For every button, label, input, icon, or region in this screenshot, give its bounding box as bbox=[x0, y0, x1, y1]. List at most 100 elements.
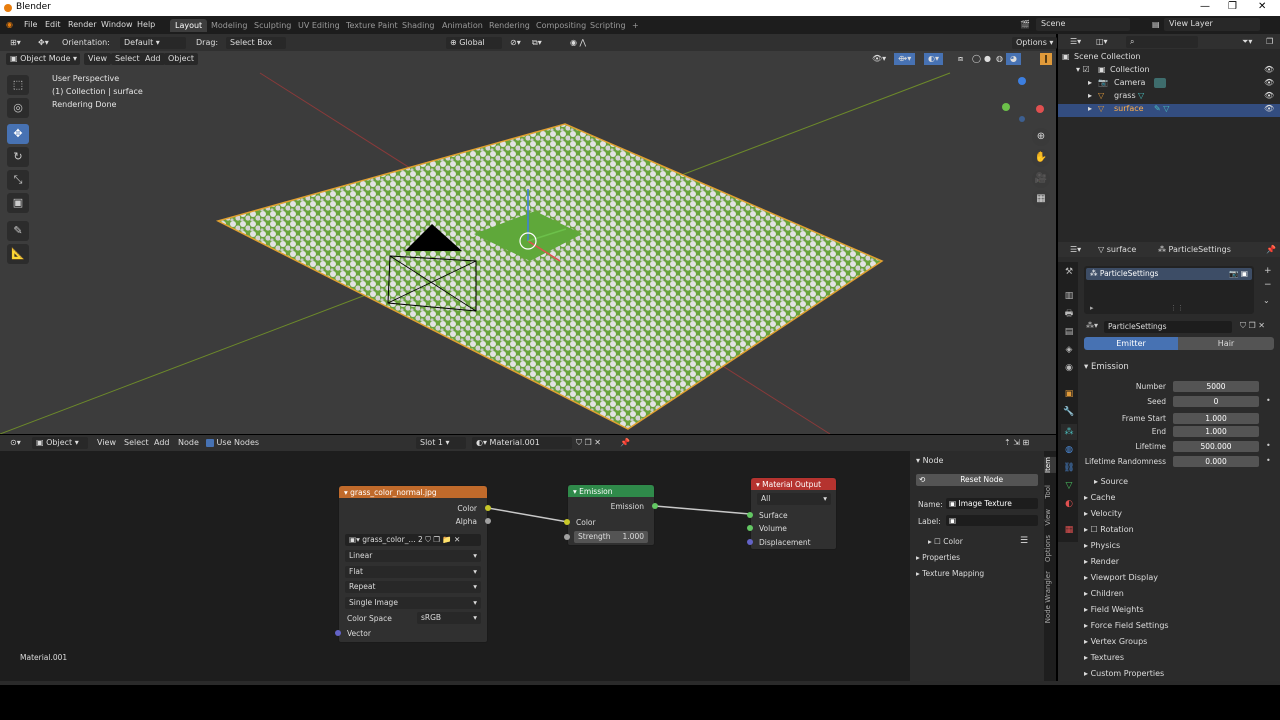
visibility-icon[interactable]: 👁▾ bbox=[868, 53, 890, 65]
particle-menu-icon[interactable]: ⌄ bbox=[1263, 296, 1270, 305]
snap-icon[interactable]: ⧉▾ bbox=[528, 37, 546, 49]
particles-tab-icon[interactable]: ⁂ bbox=[1061, 424, 1077, 440]
zoom-icon[interactable]: ⊕ bbox=[1032, 128, 1050, 146]
camera-render-icon[interactable]: 📷 ▣ bbox=[1229, 269, 1248, 278]
keyframe-dot-icon[interactable]: • bbox=[1266, 456, 1271, 465]
outliner-search-input[interactable]: ⌕ bbox=[1126, 36, 1198, 48]
field-weights-section[interactable]: ▸ Field Weights bbox=[1084, 605, 1144, 614]
menu-file[interactable]: File bbox=[24, 20, 37, 29]
tab-modeling[interactable]: Modeling bbox=[206, 19, 252, 32]
constraints-tab-icon[interactable]: ⛓ bbox=[1061, 460, 1077, 476]
node-editor-type-icon[interactable]: ⊙▾ bbox=[6, 437, 25, 449]
maximize-button[interactable]: ❐ bbox=[1228, 1, 1237, 12]
tab-scripting[interactable]: Scripting bbox=[585, 19, 631, 32]
shading-material-icon[interactable]: ◍ bbox=[992, 53, 1007, 65]
emitter-button[interactable]: Emitter bbox=[1084, 337, 1178, 350]
emission-panel-toggle[interactable]: ▾ Emission bbox=[1084, 362, 1129, 372]
reset-node-button[interactable]: ⟲ Reset Node bbox=[916, 474, 1038, 486]
node-panel-title[interactable]: ▾ Node bbox=[916, 456, 943, 465]
list-expand-icon[interactable]: ▸ bbox=[1090, 304, 1094, 312]
menu-add[interactable]: Add bbox=[141, 53, 165, 65]
tab-tool[interactable]: Tool bbox=[1044, 485, 1056, 499]
projection-dropdown[interactable]: Flat ▾ bbox=[345, 566, 481, 578]
close-button[interactable]: ✕ bbox=[1258, 1, 1266, 12]
extension-dropdown[interactable]: Repeat ▾ bbox=[345, 581, 481, 593]
custom-properties-section[interactable]: ▸ Custom Properties bbox=[1084, 669, 1164, 678]
frame-start-field[interactable]: 1.000 bbox=[1173, 413, 1259, 424]
outliner-scene-collection[interactable]: ▣ Scene Collection bbox=[1058, 52, 1280, 65]
textures-section[interactable]: ▸ Textures bbox=[1084, 653, 1124, 662]
interpolation-dropdown[interactable]: Linear ▾ bbox=[345, 550, 481, 562]
eye-icon[interactable]: 👁 bbox=[1264, 78, 1274, 87]
modifier-icon[interactable]: ✎ ▽ bbox=[1154, 104, 1169, 113]
tab-sculpting[interactable]: Sculpting bbox=[249, 19, 296, 32]
source-subpanel-toggle[interactable]: ▸ Source bbox=[1094, 477, 1128, 486]
node-menu-select[interactable]: Select bbox=[120, 437, 153, 449]
eye-icon[interactable]: 👁 bbox=[1264, 91, 1274, 100]
3d-viewport[interactable]: User Perspective (1) Collection | surfac… bbox=[0, 51, 1056, 434]
pause-render-icon[interactable]: ∥ bbox=[1040, 53, 1052, 65]
measure-tool[interactable]: 📐 bbox=[7, 244, 29, 264]
source-dropdown[interactable]: Single Image ▾ bbox=[345, 597, 481, 609]
modifier-tab-icon[interactable]: 🔧 bbox=[1061, 404, 1077, 420]
menu-view[interactable]: View bbox=[84, 53, 111, 65]
emission-out-socket[interactable] bbox=[652, 503, 658, 509]
children-section[interactable]: ▸ Children bbox=[1084, 589, 1124, 598]
use-nodes-checkbox[interactable]: Use Nodes bbox=[202, 437, 263, 449]
transform-tool[interactable]: ▣ bbox=[7, 193, 29, 213]
list-resize-handle[interactable]: ⋮⋮ bbox=[1170, 304, 1184, 312]
breadcrumb-object[interactable]: ▽ surface bbox=[1094, 244, 1140, 256]
menu-object[interactable]: Object bbox=[164, 53, 199, 65]
eye-icon[interactable]: 👁 bbox=[1264, 104, 1274, 113]
lifetime-field[interactable]: 500.000 bbox=[1173, 441, 1259, 452]
emission-color-socket[interactable] bbox=[564, 519, 570, 525]
drag-dropdown[interactable]: Select Box bbox=[226, 37, 286, 49]
move-tool-icon[interactable]: ✥▾ bbox=[34, 37, 53, 49]
tab-uv-editing[interactable]: UV Editing bbox=[293, 19, 345, 32]
displacement-socket[interactable] bbox=[747, 539, 753, 545]
pan-hand-icon[interactable]: ✋ bbox=[1032, 149, 1050, 167]
nav-gizmo-z[interactable] bbox=[1018, 77, 1026, 85]
emission-node[interactable]: ▾ Emission Emission Color Strength 1.000 bbox=[564, 484, 658, 546]
particle-settings-name[interactable]: ParticleSettings bbox=[1104, 321, 1232, 333]
volume-socket[interactable] bbox=[747, 525, 753, 531]
add-workspace-button[interactable]: + bbox=[627, 19, 644, 32]
menu-render[interactable]: Render bbox=[68, 20, 96, 29]
node-header-tools-icon[interactable]: ⇡ ⇲ ⊞ bbox=[1000, 437, 1033, 449]
material-selector[interactable]: ◐▾ Material.001 bbox=[472, 437, 572, 449]
remove-particle-system-button[interactable]: − bbox=[1264, 280, 1272, 290]
outliner-type-icon[interactable]: ☰▾ bbox=[1066, 36, 1085, 48]
menu-edit[interactable]: Edit bbox=[45, 20, 61, 29]
data-tab-icon[interactable]: ▽ bbox=[1061, 478, 1077, 494]
image-texture-node[interactable]: ▾ grass_color_normal.jpg Color Alpha ▣▾ … bbox=[335, 485, 491, 643]
gizmo-toggle-icon[interactable]: ⟴▾ bbox=[894, 53, 916, 65]
hair-button[interactable]: Hair bbox=[1178, 337, 1274, 350]
expand-icon[interactable]: ▸ bbox=[1088, 104, 1092, 113]
overlay-toggle-icon[interactable]: ◐▾ bbox=[924, 53, 943, 65]
physics-tab-icon[interactable]: ◍ bbox=[1061, 442, 1077, 458]
scene-tab-icon[interactable]: ◈ bbox=[1061, 342, 1077, 358]
out-color-socket[interactable] bbox=[485, 505, 491, 511]
lifetime-randomness-field[interactable]: 0.000 bbox=[1173, 456, 1259, 467]
menu-select[interactable]: Select bbox=[111, 53, 144, 65]
tab-compositing[interactable]: Compositing bbox=[531, 19, 591, 32]
render-section[interactable]: ▸ Render bbox=[1084, 557, 1119, 566]
breadcrumb-settings[interactable]: ⁂ ParticleSettings bbox=[1154, 244, 1235, 256]
output-tab-icon[interactable]: 🖶 bbox=[1061, 306, 1077, 322]
camera-view-icon[interactable]: 🎥 bbox=[1032, 170, 1050, 188]
surface-socket[interactable] bbox=[747, 512, 753, 518]
keyframe-dot-icon[interactable]: • bbox=[1266, 441, 1271, 450]
list-icon[interactable]: ☰ bbox=[1020, 536, 1028, 546]
tab-layout[interactable]: Layout bbox=[170, 19, 208, 32]
proportional-edit-icon[interactable]: ◉ ⋀ bbox=[566, 37, 590, 49]
color-toggle[interactable]: ▸ ☐ Color bbox=[928, 537, 963, 546]
outliner-camera[interactable]: ▸ 📷 Camera 👁 bbox=[1058, 78, 1280, 91]
view-layer-selector[interactable]: View Layer bbox=[1164, 18, 1260, 31]
keyframe-dot-icon[interactable]: • bbox=[1266, 396, 1271, 405]
node-name-field[interactable]: ▣ Image Texture bbox=[946, 498, 1038, 509]
properties-type-icon[interactable]: ☰▾ bbox=[1066, 244, 1085, 256]
options-dropdown[interactable]: Options ▾ bbox=[1012, 37, 1058, 49]
expand-icon[interactable]: ▸ bbox=[1088, 91, 1092, 100]
mesh-data-icon[interactable]: ▽ bbox=[1138, 91, 1144, 100]
properties-panel-toggle[interactable]: ▸ Properties bbox=[916, 553, 960, 562]
